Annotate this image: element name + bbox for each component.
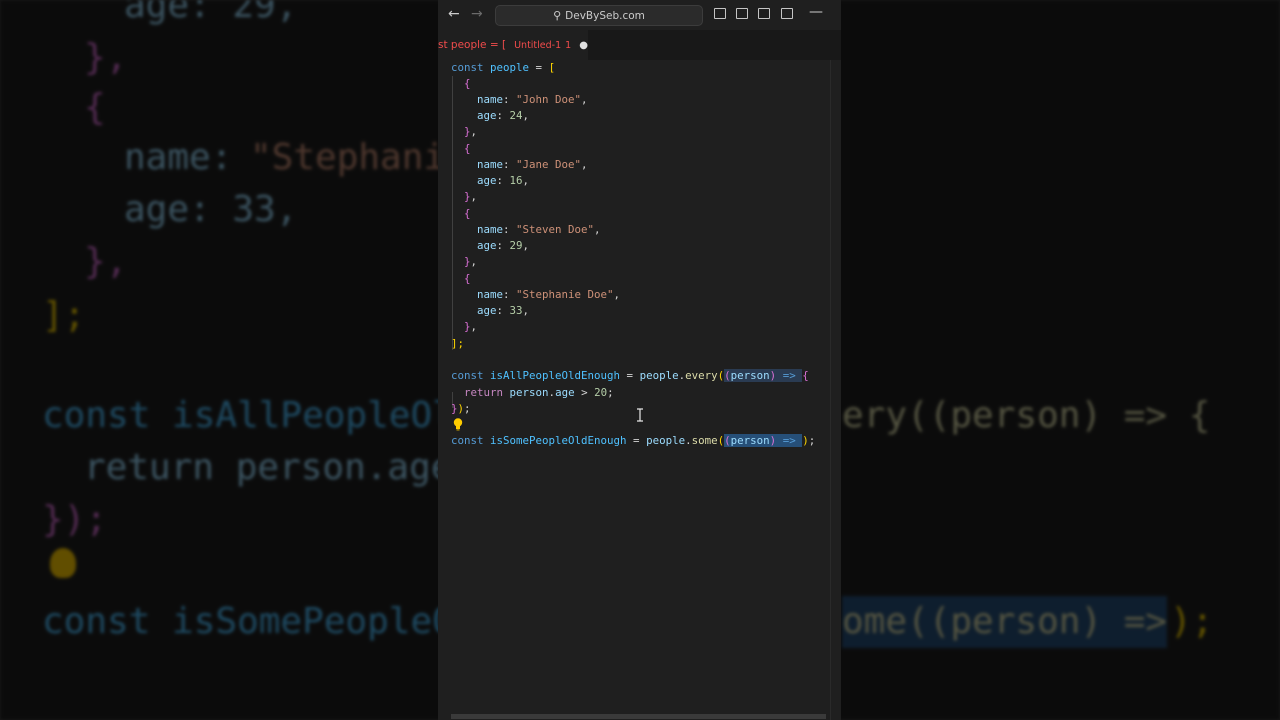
bg-line: const isSomePeopleO <box>42 601 454 642</box>
bg-line: ]; <box>42 295 86 336</box>
horizontal-scrollbar[interactable] <box>451 714 826 719</box>
code-line: age: 33, <box>477 304 530 317</box>
code-editor[interactable]: const people = [ { name: "John Doe", age… <box>438 60 841 720</box>
minimize-button[interactable]: — <box>809 4 823 20</box>
code-line: name: "John Doe", <box>477 93 588 106</box>
code-line: { <box>464 142 471 155</box>
tab-bar: st people = [ Untitled-1 1 ● <box>438 30 841 61</box>
code-line: }, <box>464 320 478 333</box>
bg-line: }); <box>42 499 108 540</box>
code-line: age: 29, <box>477 239 530 252</box>
lightbulb-icon[interactable] <box>453 418 463 431</box>
forward-icon[interactable]: → <box>471 6 483 22</box>
toggle-panel-icon[interactable] <box>736 8 748 19</box>
code-line: { <box>464 272 471 285</box>
code-line: { <box>464 77 471 90</box>
bg-line: "Stephani <box>250 137 446 178</box>
code-line: const isAllPeopleOldEnough = people.ever… <box>451 369 809 382</box>
code-line: name: "Steven Doe", <box>477 223 601 236</box>
bg-line: ome((person) => <box>842 596 1168 648</box>
bg-line: return person.age <box>84 447 453 488</box>
bg-line: ery((person) => { <box>842 395 1211 436</box>
toggle-primary-sidebar-icon[interactable] <box>714 8 726 19</box>
code-line: }, <box>464 190 478 203</box>
code-line: }, <box>464 125 478 138</box>
title-bar: ← → ⚲ DevBySeb.com — <box>438 0 841 30</box>
code-line: age: 24, <box>477 109 530 122</box>
code-line: { <box>464 207 471 220</box>
bg-line: name: <box>124 137 233 178</box>
lightbulb-icon <box>50 548 76 578</box>
editor-window: ← → ⚲ DevBySeb.com — st people = [ Untit… <box>438 0 841 720</box>
text-cursor-icon <box>637 408 643 422</box>
tab-file-name: Untitled-1 <box>514 39 562 51</box>
bg-line: age: 29, <box>124 0 298 26</box>
code-line: ]; <box>451 337 465 350</box>
bg-line: }, <box>84 37 128 78</box>
code-lines: const people = [ { name: "John Doe", age… <box>451 60 815 554</box>
bg-line: const isAllPeopleOl <box>42 395 454 436</box>
code-line: name: "Stephanie Doe", <box>477 288 621 301</box>
code-line: return person.age > 20; <box>464 386 614 399</box>
unsaved-dot-icon[interactable]: ● <box>579 40 588 51</box>
command-center-search[interactable]: ⚲ DevBySeb.com <box>495 5 703 26</box>
code-line: age: 16, <box>477 174 530 187</box>
tab-problem-count: 1 <box>565 39 572 51</box>
code-line: }); <box>451 402 471 415</box>
toggle-secondary-sidebar-icon[interactable] <box>758 8 770 19</box>
bg-line: { <box>84 87 106 128</box>
code-line: const isSomePeopleOldEnough = people.som… <box>451 434 816 447</box>
bg-line: }, <box>84 241 128 282</box>
search-text: DevBySeb.com <box>565 9 645 22</box>
bg-line: ); <box>1170 601 1214 642</box>
back-icon[interactable]: ← <box>448 6 460 22</box>
tab-untitled-1[interactable]: st people = [ Untitled-1 1 ● <box>438 30 588 60</box>
tab-code-preview: st people = [ <box>438 39 507 51</box>
search-icon: ⚲ <box>553 9 562 22</box>
vertical-scrollbar[interactable] <box>830 60 831 720</box>
customize-layout-icon[interactable] <box>781 8 793 19</box>
code-line: }, <box>464 255 478 268</box>
bg-line: age: 33, <box>124 189 298 230</box>
code-line: const people = [ <box>451 61 556 74</box>
code-line: name: "Jane Doe", <box>477 158 588 171</box>
